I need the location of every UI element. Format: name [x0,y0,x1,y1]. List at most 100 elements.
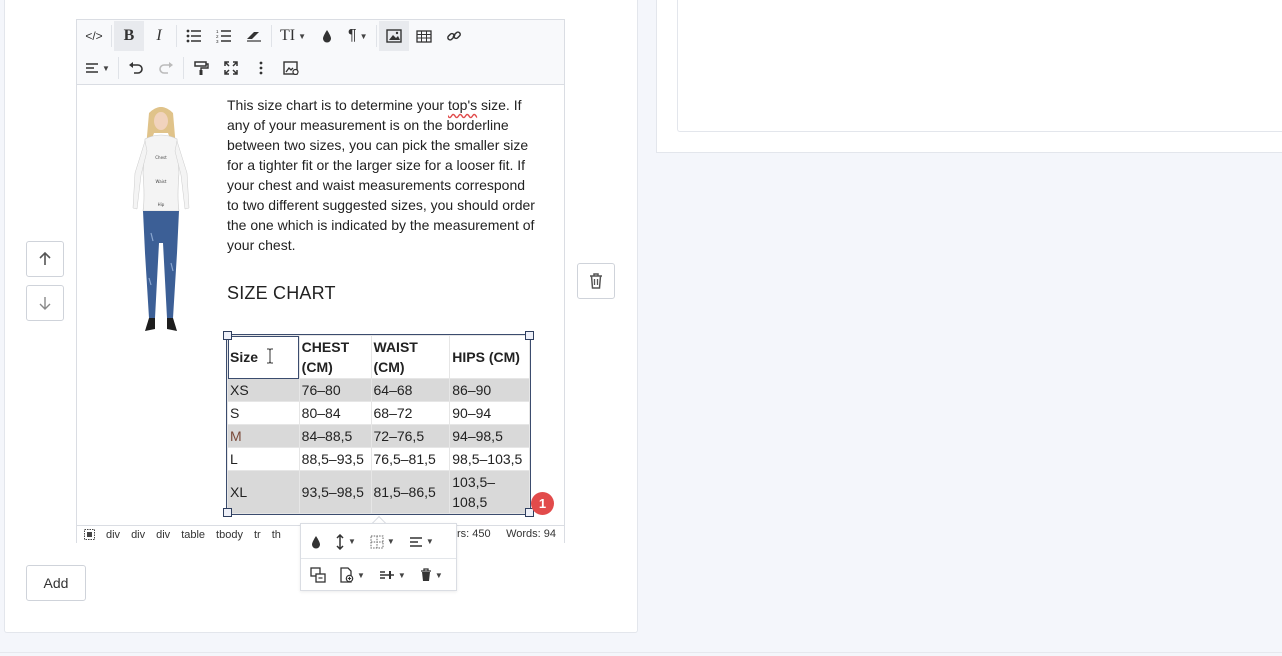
cell-background-button[interactable] [301,527,328,557]
bold-button[interactable]: B [114,21,144,51]
chest-label: Chest [155,155,167,160]
spellcheck-word: top's [447,97,478,113]
table-cell[interactable]: 68–72 [370,401,451,425]
table-cell[interactable]: 93,5–98,5 [298,470,372,514]
chevron-down-icon: ▼ [348,537,356,546]
link-icon [446,31,461,41]
source-code-button[interactable]: </> [79,21,109,51]
resize-handle-top-left[interactable] [223,331,232,340]
header-size[interactable]: Size [227,335,300,379]
table-cell[interactable]: XS [227,378,300,402]
rich-text-editor: </> B I 123 TI ▼ ¶ ▼ ▼ Chest Waist Hip T… [76,19,565,543]
eraser-icon [247,32,261,42]
table-cell[interactable]: 80–84 [298,401,372,425]
breadcrumb-item[interactable]: table [181,529,205,541]
align-left-icon [409,536,422,547]
table-cell[interactable]: XL [227,470,300,514]
insert-row-dropdown[interactable]: ▼ [372,560,413,590]
toolbar-separator [176,25,177,47]
image-button[interactable] [378,21,409,51]
redo-button[interactable] [151,53,181,83]
split-cell-button[interactable] [301,560,333,590]
table-cell[interactable]: 76–80 [298,378,372,402]
breadcrumb-item[interactable]: div [156,529,170,541]
breadcrumb-item[interactable]: div [106,529,120,541]
cell-border-dropdown[interactable]: ▼ [363,527,402,557]
chevron-down-icon: ▼ [397,570,406,580]
toolbar-separator [111,25,112,47]
insert-dropdown[interactable]: ▼ [333,560,372,590]
description-end: size. If any of your measurement is on t… [227,97,535,253]
link-button[interactable] [439,21,469,51]
breadcrumb-item[interactable]: tbody [216,529,243,541]
breadcrumb-item[interactable]: tr [254,529,261,541]
trash-icon [590,273,602,289]
paragraph-dropdown[interactable]: ¶ ▼ [342,21,374,51]
char-count: rs: 450 [457,528,491,540]
vertical-align-dropdown[interactable]: ▼ [328,527,363,557]
trash-icon [420,568,431,581]
font-size-label: TI [280,27,296,44]
align-dropdown[interactable]: ▼ [79,53,116,83]
table-cell[interactable]: 103,5–108,5 [449,470,530,514]
resize-handle-bottom-left[interactable] [223,508,232,517]
preview-panel [656,0,1282,153]
more-button[interactable] [246,53,276,83]
table-cell[interactable]: 88,5–93,5 [298,447,372,471]
size-chart-heading: SIZE CHART [227,283,336,303]
font-size-dropdown[interactable]: TI ▼ [274,21,312,51]
fullscreen-button[interactable] [216,53,246,83]
breadcrumb-item[interactable]: th [272,529,281,541]
undo-button[interactable] [121,53,151,83]
move-up-button[interactable] [26,241,64,277]
table-cell[interactable]: 90–94 [449,401,530,425]
unordered-list-button[interactable] [179,21,209,51]
cell-align-dropdown[interactable]: ▼ [402,527,441,557]
header-hips[interactable]: HIPS (CM) [449,335,530,379]
model-image[interactable]: Chest Waist Hip [121,103,201,335]
italic-button[interactable]: I [144,21,174,51]
select-all-icon[interactable] [84,529,95,540]
table-cell[interactable]: 81,5–86,5 [370,470,451,514]
chevron-down-icon: ▼ [425,537,434,546]
table-cell[interactable]: 84–88,5 [298,424,372,448]
table-cell[interactable]: 98,5–103,5 [449,447,530,471]
delete-block-button[interactable] [577,263,615,299]
header-chest[interactable]: CHEST (CM) [298,335,372,379]
table-cell[interactable]: 94–98,5 [449,424,530,448]
breadcrumb-item[interactable]: div [131,529,145,541]
ordered-list-button[interactable]: 123 [209,21,239,51]
delete-dropdown[interactable]: ▼ [413,560,450,590]
table-cell[interactable]: L [227,447,300,471]
editor-toolbar: </> B I 123 TI ▼ ¶ ▼ ▼ [77,20,564,85]
resize-handle-top-right[interactable] [525,331,534,340]
table-cell-popup: ▼ ▼ ▼ ▼ ▼ ▼ [300,523,457,591]
chevron-down-icon: ▼ [357,570,365,580]
add-button[interactable]: Add [26,565,86,601]
table-cell[interactable]: 76,5–81,5 [370,447,451,471]
bottom-divider [0,652,1282,653]
editor-content[interactable]: Chest Waist Hip This size chart is to de… [77,85,564,525]
table-cell[interactable]: S [227,401,300,425]
numbered-list-icon: 123 [216,29,231,43]
chevron-down-icon: ▼ [386,537,395,546]
popup-row-1: ▼ ▼ ▼ [301,525,441,558]
notification-badge[interactable]: 1 [531,492,554,515]
text-color-button[interactable] [312,21,342,51]
table-cell[interactable]: 64–68 [370,378,451,402]
header-waist[interactable]: WAIST (CM) [370,335,451,379]
toolbar-separator [117,57,119,79]
table-row: XL 93,5–98,5 81,5–86,5 103,5–108,5 [227,470,530,514]
table-cell[interactable]: M [227,424,300,448]
undo-icon [128,62,143,74]
image-properties-button[interactable] [276,53,306,83]
format-painter-button[interactable] [186,53,216,83]
eraser-button[interactable] [239,21,269,51]
table-cell[interactable]: 86–90 [449,378,530,402]
align-left-icon [86,63,98,73]
move-down-button[interactable] [26,285,64,321]
table-button[interactable] [409,21,439,51]
table-cell[interactable]: 72–76,5 [370,424,451,448]
expand-icon [224,61,238,75]
toolbar-row-1: </> B I 123 TI ▼ ¶ ▼ [77,20,469,52]
